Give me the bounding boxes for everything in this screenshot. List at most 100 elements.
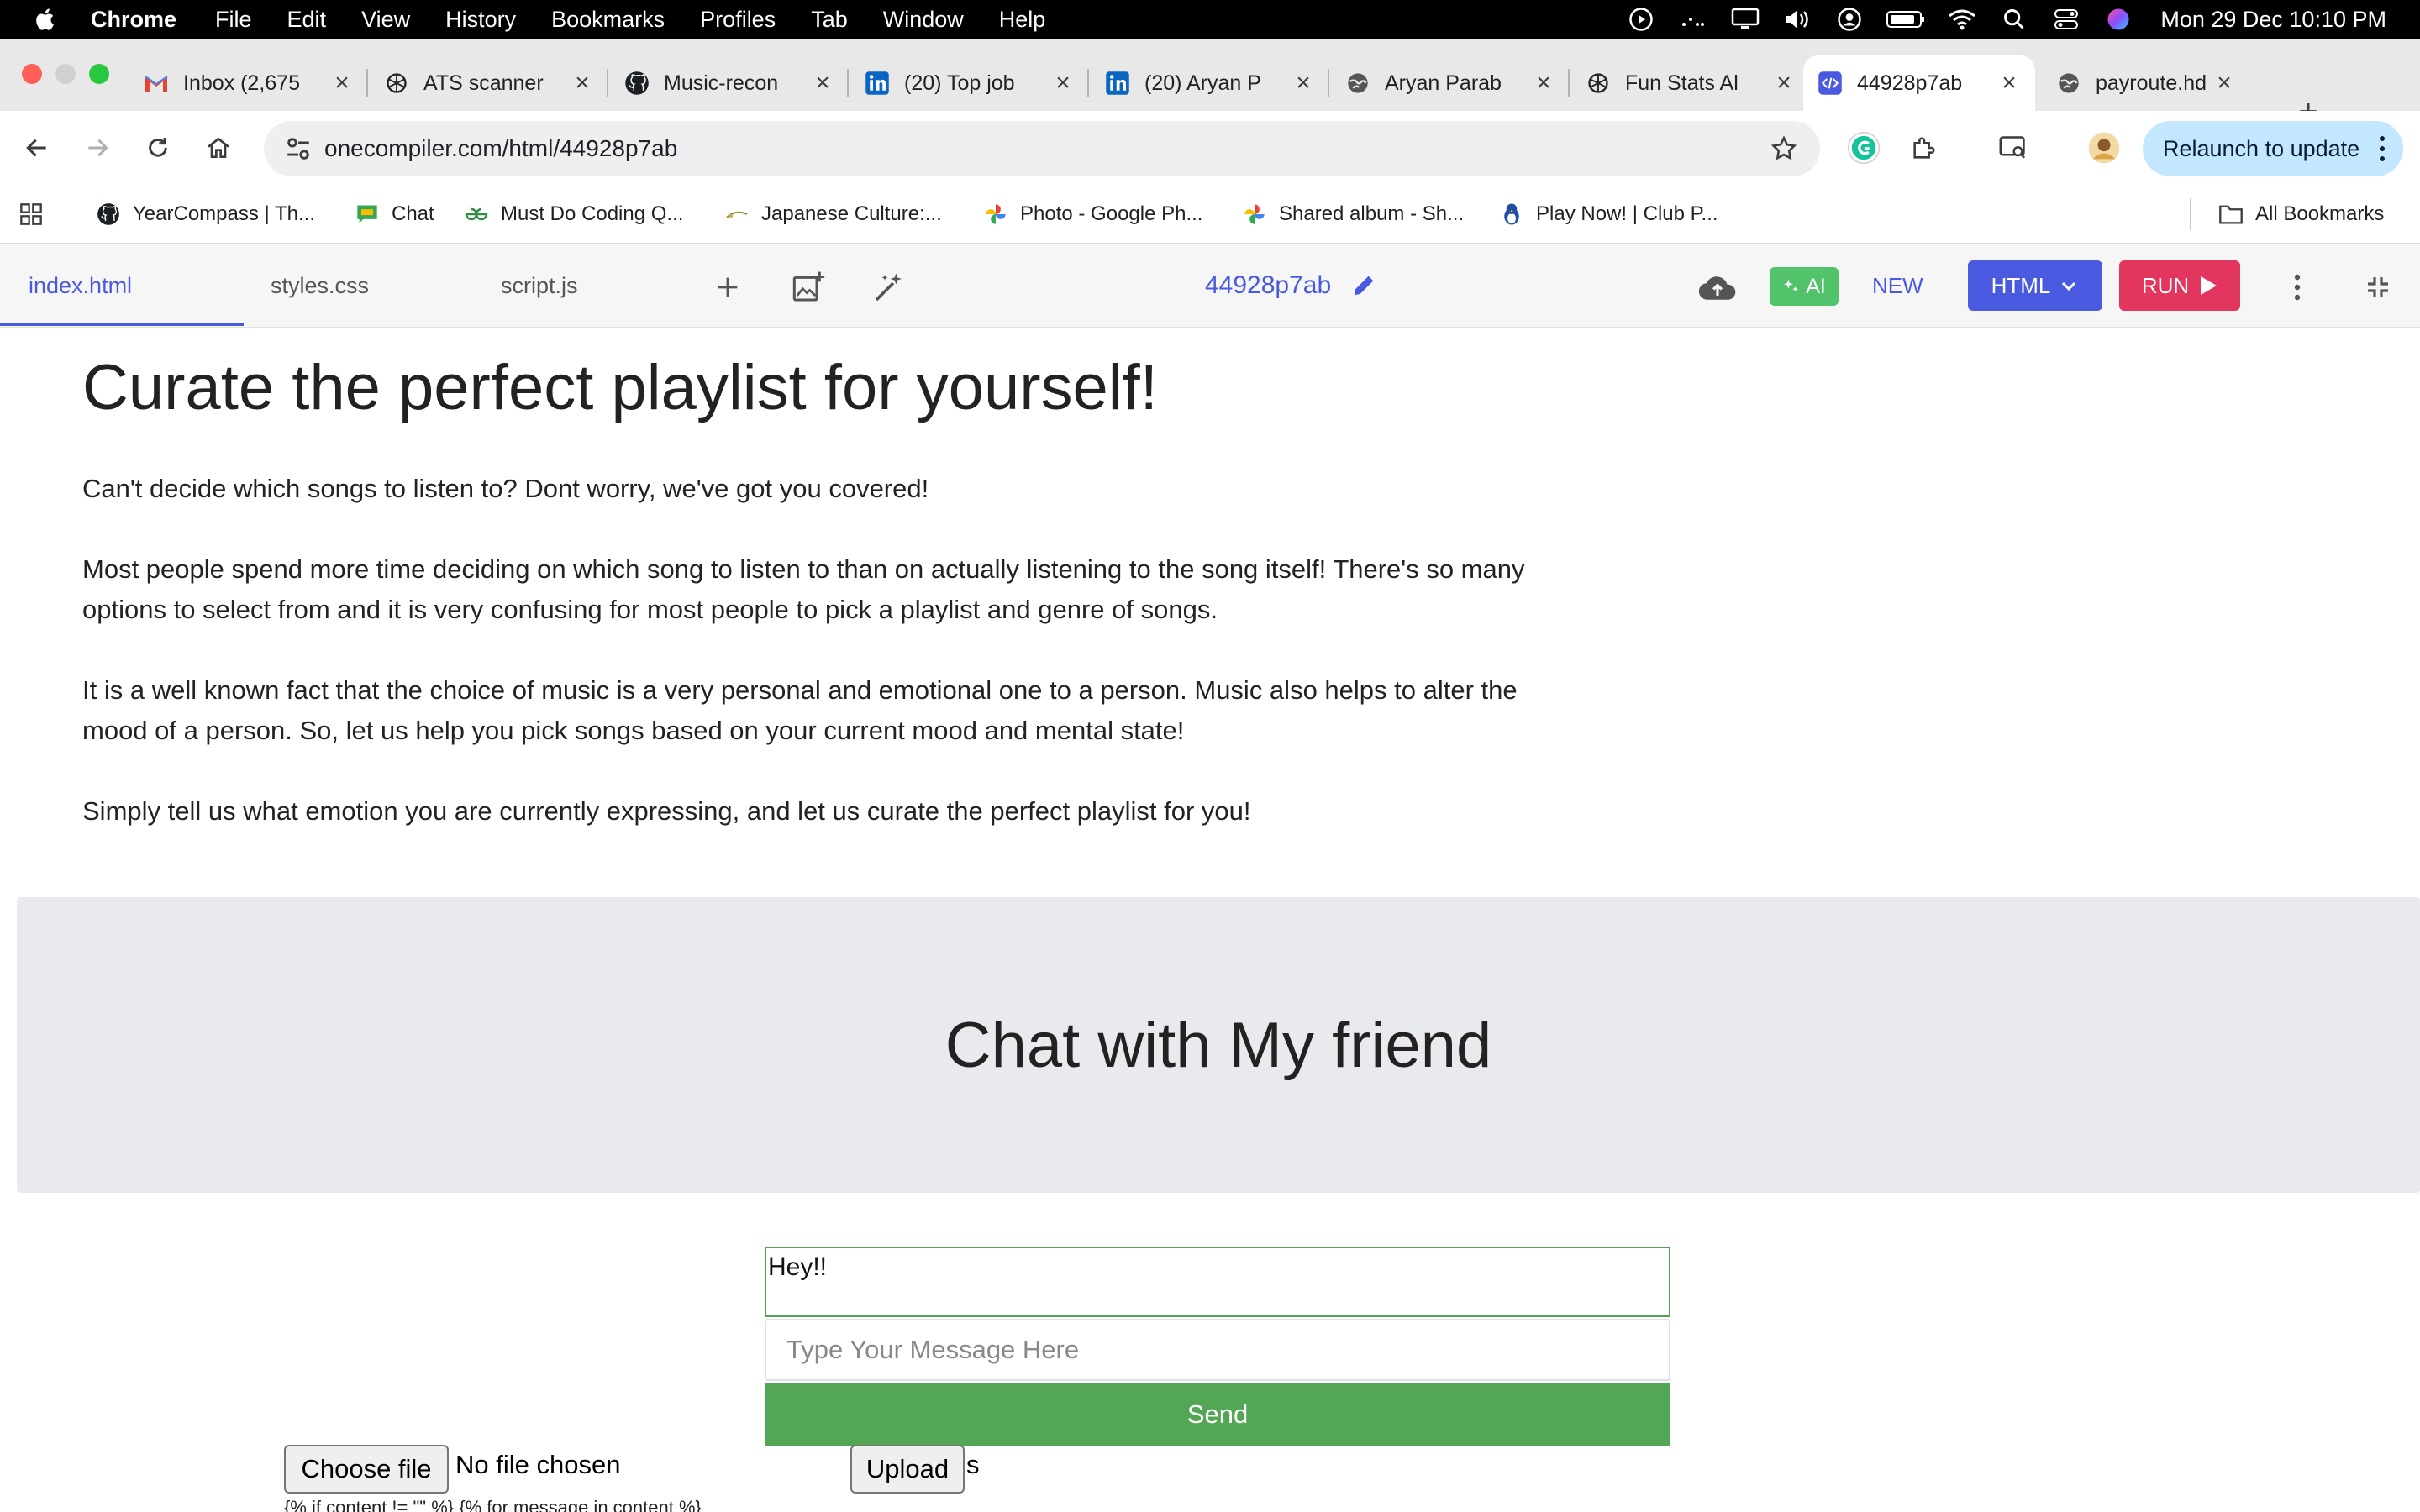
url-text[interactable]: onecompiler.com/html/44928p7ab <box>324 121 677 176</box>
close-icon[interactable]: × <box>1049 69 1077 97</box>
close-icon[interactable]: × <box>1289 69 1318 97</box>
send-button[interactable]: Send <box>765 1383 1670 1446</box>
forward-icon[interactable] <box>77 128 118 168</box>
chat-title: Chat with My friend <box>944 1009 1492 1081</box>
menu-view[interactable]: View <box>361 7 410 33</box>
battery-icon[interactable] <box>1885 7 1927 32</box>
control-center-icon[interactable] <box>2049 7 2083 32</box>
message-input[interactable]: Type Your Message Here <box>765 1319 1670 1381</box>
tab-ats-scanner[interactable]: ATS scanner × <box>370 55 608 111</box>
close-icon[interactable]: × <box>1770 69 1798 97</box>
back-icon[interactable] <box>17 128 57 168</box>
ai-button[interactable]: AI <box>1770 267 1839 306</box>
choose-file-button[interactable]: Choose file <box>284 1445 449 1494</box>
bookmark-yearcompass[interactable]: YearCompass | Th... <box>96 185 315 244</box>
call-to-action-paragraph: Simply tell us what emotion you are curr… <box>82 796 1251 826</box>
play-circle-icon[interactable] <box>1624 7 1658 32</box>
close-icon[interactable]: × <box>328 69 356 97</box>
menu-clock[interactable]: Mon 29 Dec 10:10 PM <box>2160 7 2386 33</box>
menu-file[interactable]: File <box>215 7 252 33</box>
spotlight-search-icon[interactable] <box>1997 7 2031 32</box>
profile-avatar-icon[interactable] <box>2084 128 2124 168</box>
linkedin-icon <box>1104 70 1131 97</box>
wifi-icon[interactable] <box>1945 7 1979 32</box>
upload-button[interactable]: Upload <box>850 1445 965 1494</box>
description-paragraph: Most people spend more time deciding on … <box>82 554 1525 624</box>
new-button[interactable]: NEW <box>1872 244 1923 328</box>
bookmark-star-icon[interactable] <box>1770 134 1798 163</box>
bookmark-japanese-culture[interactable]: Japanese Culture:... <box>724 185 942 244</box>
tab-inbox[interactable]: Inbox (2,675 × <box>129 55 368 111</box>
menu-profiles[interactable]: Profiles <box>700 7 776 33</box>
zoom-window-button[interactable] <box>89 64 109 84</box>
close-icon[interactable]: × <box>1529 69 1558 97</box>
tab-aryan-parab[interactable]: Aryan Parab × <box>1331 55 1570 111</box>
dots-icon[interactable] <box>1676 7 1710 32</box>
display-icon[interactable] <box>1728 7 1762 32</box>
menu-bookmarks[interactable]: Bookmarks <box>551 7 665 33</box>
chat-header-section: Chat with My friend <box>17 897 2420 1193</box>
apps-grid-button[interactable] <box>18 185 55 244</box>
bookmark-shared-album[interactable]: Shared album - Sh... <box>1242 185 1464 244</box>
tab-fun-stats[interactable]: Fun Stats Al × <box>1571 55 1810 111</box>
all-bookmarks-button[interactable]: All Bookmarks <box>2190 185 2384 244</box>
minimize-window-button[interactable] <box>55 64 76 84</box>
relaunch-update-button[interactable]: Relaunch to update <box>2143 121 2403 176</box>
menu-edit[interactable]: Edit <box>287 7 327 33</box>
more-vert-icon[interactable] <box>2279 269 2316 306</box>
tab-linkedin-aryan[interactable]: (20) Aryan P × <box>1091 55 1329 111</box>
close-icon[interactable]: × <box>808 69 837 97</box>
template-code-text: {% if content != "" %} {% for message in… <box>284 1497 702 1512</box>
file-tab-index-html[interactable]: index.html <box>29 244 132 328</box>
grammarly-icon[interactable] <box>1844 128 1884 168</box>
tab-search-icon[interactable] <box>1993 128 2033 168</box>
bookmark-must-do-coding[interactable]: Must Do Coding Q... <box>464 185 683 244</box>
bookmark-chat[interactable]: Chat <box>355 185 434 244</box>
volume-icon[interactable] <box>1781 7 1814 32</box>
file-tab-script-js[interactable]: script.js <box>501 244 578 328</box>
bookmark-club-penguin[interactable]: Play Now! | Club P... <box>1499 185 1718 244</box>
status-area: Mon 29 Dec 10:10 PM <box>1624 0 2420 39</box>
bookmark-label: Play Now! | Club P... <box>1536 202 1718 225</box>
magic-wand-icon[interactable] <box>871 269 908 306</box>
chevron-down-icon <box>2062 281 2076 291</box>
close-icon[interactable]: × <box>1995 69 2023 97</box>
site-settings-icon[interactable] <box>284 134 313 163</box>
tab-music-recon[interactable]: Music-recon × <box>610 55 849 111</box>
macos-menu-bar: Chrome File Edit View History Bookmarks … <box>0 0 2420 39</box>
collapse-icon[interactable] <box>2360 269 2396 306</box>
menu-items: Chrome File Edit View History Bookmarks … <box>91 0 1081 39</box>
tab-payroute[interactable]: payroute.hd × <box>2042 55 2250 111</box>
apple-icon[interactable] <box>34 7 59 32</box>
language-select-button[interactable]: HTML <box>1968 260 2102 311</box>
address-bar[interactable]: onecompiler.com/html/44928p7ab <box>264 121 1820 176</box>
menu-help[interactable]: Help <box>999 7 1046 33</box>
close-icon[interactable]: × <box>2210 69 2238 97</box>
chat-log: Hey!! <box>765 1247 1670 1317</box>
menu-history[interactable]: History <box>445 7 516 33</box>
file-tab-label: index.html <box>29 272 133 298</box>
add-file-icon[interactable] <box>709 269 746 306</box>
run-button[interactable]: RUN <box>2119 260 2240 311</box>
add-image-icon[interactable] <box>790 269 827 306</box>
extensions-icon[interactable] <box>1904 128 1944 168</box>
home-icon[interactable] <box>198 128 239 168</box>
user-icon[interactable] <box>1833 7 1866 32</box>
close-icon[interactable]: × <box>568 69 597 97</box>
file-tab-styles-css[interactable]: styles.css <box>271 244 369 328</box>
menu-tab[interactable]: Tab <box>811 7 848 33</box>
edit-pencil-icon[interactable] <box>1349 271 1378 300</box>
document-name[interactable]: 44928p7ab <box>1205 244 1378 328</box>
tab-onecompiler-active[interactable]: 44928p7ab × <box>1803 55 2035 111</box>
menu-app-name[interactable]: Chrome <box>91 7 176 33</box>
siri-icon[interactable] <box>2102 7 2135 32</box>
tab-linkedin-top-jobs[interactable]: (20) Top job × <box>850 55 1089 111</box>
menu-window[interactable]: Window <box>883 7 964 33</box>
more-vert-icon[interactable] <box>2378 133 2386 165</box>
github-icon <box>96 202 121 227</box>
bookmark-google-photos[interactable]: Photo - Google Ph... <box>983 185 1202 244</box>
reload-icon[interactable] <box>138 128 178 168</box>
cloud-upload-icon[interactable] <box>1696 269 1739 306</box>
no-file-chosen-text: No file chosen <box>455 1450 621 1479</box>
close-window-button[interactable] <box>22 64 42 84</box>
